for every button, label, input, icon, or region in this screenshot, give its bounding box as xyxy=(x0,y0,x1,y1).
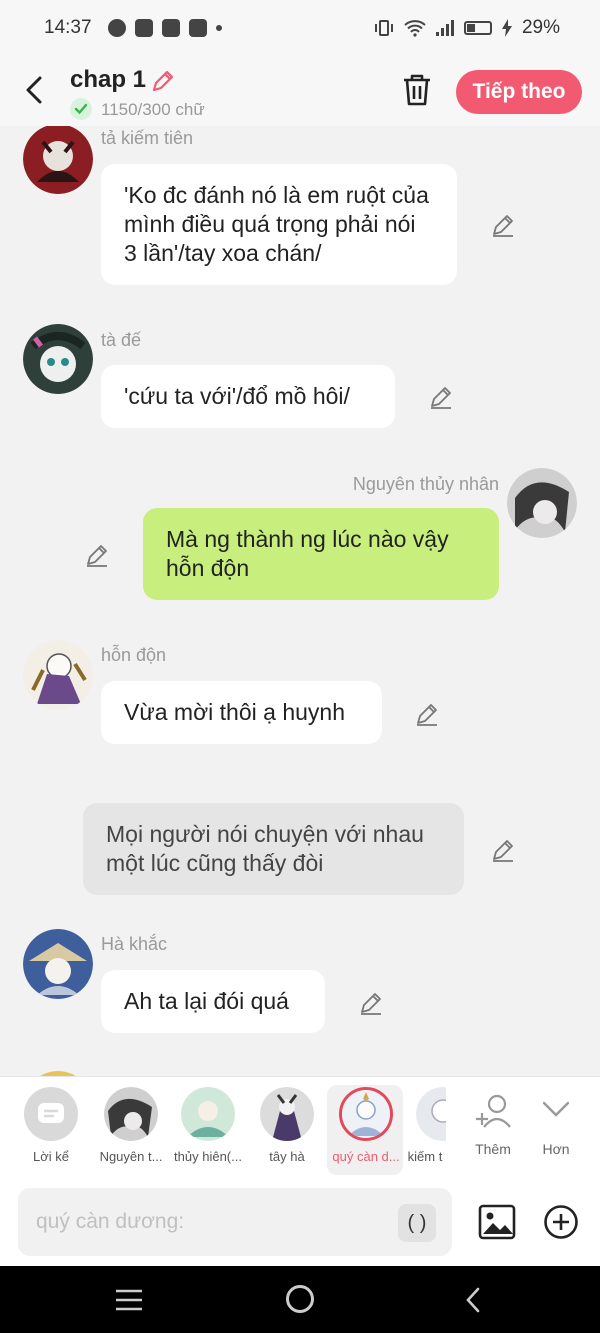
youtube-icon xyxy=(188,19,207,37)
facebook-icon xyxy=(134,19,153,37)
character-label: kiếm t xyxy=(407,1149,443,1164)
nav-back-icon[interactable] xyxy=(462,1286,484,1314)
character-avatar xyxy=(339,1087,393,1141)
check-icon xyxy=(70,98,92,120)
wifi-icon xyxy=(404,20,426,37)
edit-icon[interactable] xyxy=(428,384,454,410)
character-item[interactable]: tây hà xyxy=(248,1085,324,1175)
edit-icon[interactable] xyxy=(358,990,384,1016)
recent-apps-icon[interactable] xyxy=(114,1288,144,1312)
edit-icon[interactable] xyxy=(84,542,110,568)
message-bubble[interactable]: Vừa mời thôi ạ huynh xyxy=(101,681,382,744)
message-bubble[interactable]: 'cứu ta với'/đổ mồ hôi/ xyxy=(101,365,395,428)
more-label: Hơn xyxy=(542,1141,570,1157)
input-bar: ( ) xyxy=(0,1180,600,1266)
character-avatar xyxy=(181,1087,235,1141)
message-input[interactable] xyxy=(18,1188,452,1256)
add-user-icon xyxy=(476,1094,511,1128)
narration-bubble[interactable]: Mọi người nói chuyện với nhau một lúc cũ… xyxy=(83,803,464,895)
chat-area: tả kiếm tiên 'Ko đc đánh nó là em ruột c… xyxy=(0,126,600,1076)
message-bubble[interactable]: Mà ng thành ng lúc nào vậy hỗn độn xyxy=(143,508,499,600)
sender-name: Hà khắc xyxy=(101,934,168,954)
character-item[interactable]: kiếm t xyxy=(404,1085,446,1175)
edit-icon[interactable] xyxy=(490,212,516,238)
action-bracket-button[interactable]: ( ) xyxy=(398,1204,436,1242)
narrator-label: Lời kể xyxy=(33,1149,69,1164)
signal-icon xyxy=(435,20,454,36)
header: chap 1 1150/300 chữ Tiếp theo xyxy=(0,56,600,126)
message-bubble[interactable]: 'Ko đc đánh nó là em ruột của mình điều … xyxy=(101,164,457,285)
home-icon[interactable] xyxy=(286,1285,314,1313)
avatar[interactable] xyxy=(23,640,93,710)
image-icon[interactable] xyxy=(478,1204,516,1240)
edit-icon[interactable] xyxy=(490,837,516,863)
avatar[interactable] xyxy=(507,468,577,538)
character-label: thủy hiên(... xyxy=(174,1149,242,1164)
plus-icon[interactable] xyxy=(543,1204,579,1240)
edit-icon[interactable] xyxy=(414,701,440,727)
status-time: 14:37 xyxy=(44,17,92,38)
sender-name: Nguyên thủy nhân xyxy=(352,474,499,494)
narration-icon xyxy=(24,1087,78,1141)
character-item[interactable]: Nguyên t... xyxy=(92,1085,168,1175)
character-avatar xyxy=(104,1087,158,1141)
vibrate-icon xyxy=(374,20,393,36)
sender-name: tả kiếm tiên xyxy=(101,128,194,148)
status-bar: 14:37 29% xyxy=(0,0,600,56)
chevron-down-icon xyxy=(542,1101,570,1117)
messenger-icon xyxy=(107,19,126,37)
battery-percent: 29% xyxy=(521,17,560,38)
chapter-title: chap 1 xyxy=(70,66,147,93)
avatar[interactable] xyxy=(23,126,93,194)
message-bubble[interactable]: Ah ta lại đói quá xyxy=(101,970,325,1033)
expand-button[interactable]: Hơn xyxy=(521,1085,591,1165)
charging-icon xyxy=(501,19,512,37)
next-button[interactable]: Tiếp theo xyxy=(456,70,582,114)
word-count: 1150/300 chữ xyxy=(101,100,205,119)
character-bar: Lời kể Nguyên t... thủy hiên(... tây hà … xyxy=(0,1076,600,1180)
back-arrow-icon[interactable] xyxy=(20,70,50,110)
avatar[interactable] xyxy=(23,929,93,999)
sender-name: hỗn độn xyxy=(101,645,167,665)
character-avatar xyxy=(260,1087,314,1141)
notification-icons xyxy=(107,19,222,37)
character-item-selected[interactable]: quý càn d... xyxy=(327,1085,403,1175)
more-notifications-dot xyxy=(215,25,222,31)
system-nav-bar xyxy=(0,1266,600,1333)
narrator-button[interactable]: Lời kể xyxy=(0,1077,100,1181)
system-icons: 29% xyxy=(374,0,560,56)
add-label: Thêm xyxy=(475,1141,511,1157)
pencil-icon[interactable] xyxy=(150,68,176,94)
trash-icon[interactable] xyxy=(400,72,434,108)
character-label: quý càn d... xyxy=(332,1149,400,1164)
capcut-icon xyxy=(161,19,180,37)
character-item[interactable]: thủy hiên(... xyxy=(169,1085,245,1175)
sender-name: tà đế xyxy=(101,330,142,350)
battery-icon xyxy=(463,21,492,35)
character-avatar xyxy=(416,1087,446,1141)
add-character-button[interactable]: Thêm xyxy=(458,1085,528,1165)
character-label: Nguyên t... xyxy=(99,1149,163,1164)
character-label: tây hà xyxy=(269,1149,305,1164)
avatar[interactable] xyxy=(23,324,93,394)
